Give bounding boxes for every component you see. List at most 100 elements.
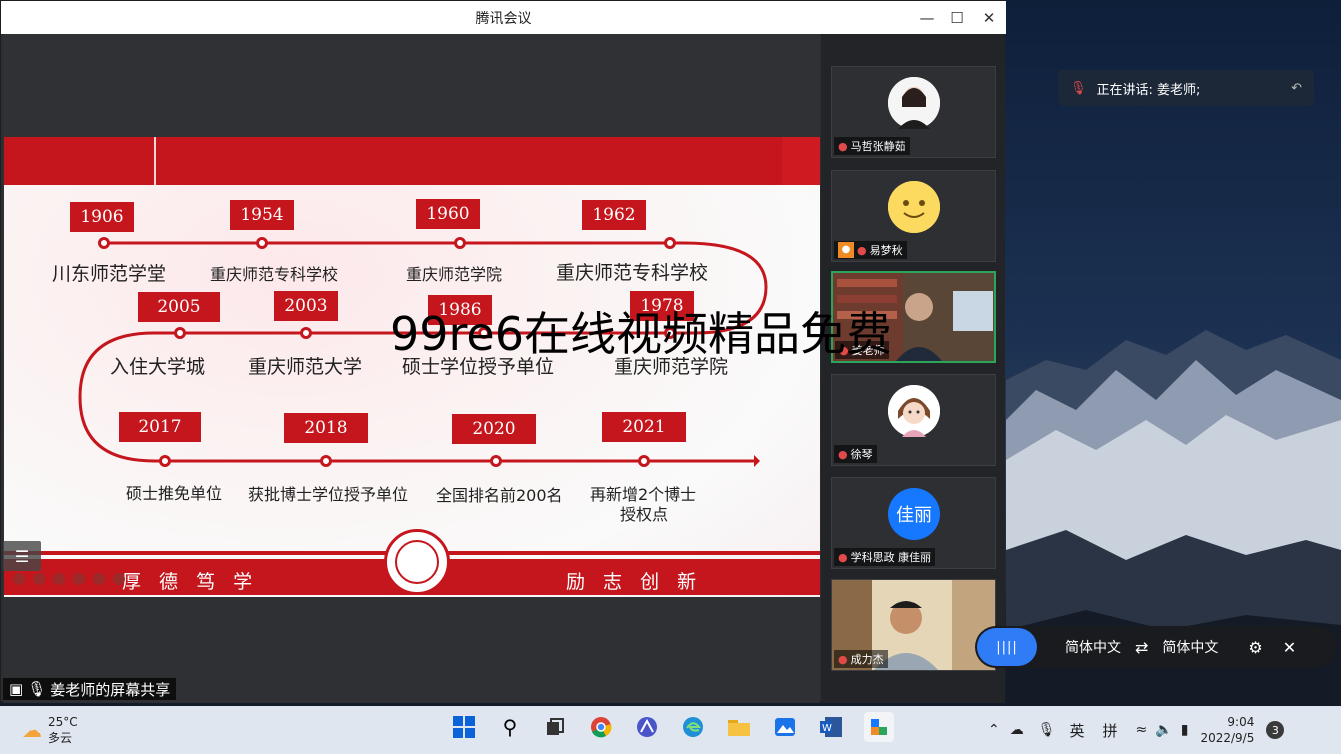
participant-name-tag: ● 马哲张静茹 (834, 137, 910, 155)
close-icon[interactable]: ✕ (973, 1, 1005, 34)
zoom-icon[interactable] (93, 573, 105, 585)
milestone-label: 重庆师范专科学校 (210, 265, 339, 284)
target-language[interactable]: 简体中文 (1162, 637, 1218, 657)
timeline-node (256, 237, 268, 249)
prev-slide-icon[interactable] (13, 573, 25, 585)
timeline-node (300, 327, 312, 339)
participant-tile[interactable]: ● 马哲张静茹 (831, 66, 996, 158)
participant-tile[interactable]: ● ● 易梦秋 (831, 170, 996, 262)
milestone-label: 重庆师范学院 (406, 265, 503, 284)
milestone-label: 重庆师范大学 (248, 356, 363, 378)
milestone-label: 重庆师范专科学校 (556, 262, 709, 284)
windows-start-icon[interactable] (449, 712, 479, 742)
milestone-label: 获批博士学位授予单位 (248, 485, 409, 504)
screen-share-icon: ▣ (9, 680, 24, 698)
svg-text:W: W (822, 723, 832, 734)
subtitle-icon[interactable] (113, 573, 125, 585)
year-tag: 1962 (582, 200, 646, 230)
laser-icon[interactable] (73, 573, 85, 585)
screen-share-label: ▣ 🎙 姜老师的屏幕共享 (3, 678, 177, 700)
clock[interactable]: 9:04 2022/9/5 (1200, 714, 1254, 746)
participant-name-tag: ● 徐琴 (834, 445, 877, 463)
cartoon-avatar-icon (888, 385, 940, 437)
photo-avatar-icon (888, 77, 940, 129)
speaking-notification: 🎙 正在讲话: 姜老师; ↶ (1058, 70, 1314, 106)
system-tray: ⌃ ☁ 🎙 英 拼 ≈ 🔈 ▮ 9:04 2022/9/5 3 (988, 706, 1285, 754)
weather-widget[interactable]: ☁ 25°C 多云 (22, 706, 78, 754)
share-top-band (3, 34, 820, 137)
participant-list: ● 马哲张静茹 ● ● 易梦秋 ● 姜老师 ● 徐琴 佳丽 ● 学科思政 康佳丽… (821, 34, 1005, 703)
ime-language[interactable]: 英 (1070, 720, 1085, 741)
speaking-text: 正在讲话: 姜老师; (1096, 82, 1201, 98)
mic-off-icon: ● (838, 550, 848, 564)
user-icon: ● (838, 242, 854, 258)
participant-tile[interactable]: 佳丽 ● 学科思政 康佳丽 (831, 477, 996, 569)
next-slide-icon[interactable] (33, 573, 45, 585)
ime-mode[interactable]: 拼 (1103, 720, 1118, 741)
mic-icon: 🎙 (27, 680, 47, 698)
timeline-node (664, 237, 676, 249)
battery-icon[interactable]: ▮ (1181, 722, 1189, 738)
year-tag: 2003 (274, 291, 338, 321)
caption-audio-icon[interactable]: |||| (977, 628, 1037, 666)
participant-name: 学科思政 康佳丽 (850, 551, 932, 564)
presentation-slide: 1906 1954 1960 1962 川东师范学堂 重庆师范专科学校 重庆师范… (4, 137, 820, 597)
year-tag: 2017 (119, 412, 201, 442)
weather-desc: 多云 (48, 731, 73, 745)
app-icon[interactable] (632, 712, 662, 742)
participant-tile[interactable]: ● 徐琴 (831, 374, 996, 466)
mic-off-icon: 🎙 (1070, 80, 1087, 96)
maximize-icon[interactable]: ☐ (941, 1, 973, 34)
search-icon[interactable]: ⚲ (495, 712, 525, 742)
title-bar: 腾讯会议 (1, 1, 1006, 34)
task-view-icon[interactable] (540, 712, 570, 742)
university-seal-icon (384, 529, 450, 595)
gear-icon[interactable]: ⚙ (1248, 638, 1262, 657)
year-tag: 1960 (416, 199, 480, 229)
participant-tile[interactable]: ● 成力杰 (831, 579, 996, 671)
microphone-icon[interactable]: 🎙 (1038, 722, 1056, 738)
weather-temp: 25°C (48, 715, 78, 729)
source-language[interactable]: 简体中文 (1065, 637, 1121, 657)
wifi-icon[interactable]: ≈ (1136, 722, 1148, 738)
timeline-node (159, 455, 171, 467)
participant-name: 易梦秋 (869, 244, 903, 257)
minimize-icon[interactable]: — (911, 1, 943, 34)
photos-icon[interactable] (770, 712, 800, 742)
clock-date: 2022/9/5 (1200, 731, 1255, 745)
close-icon[interactable]: ✕ (1283, 638, 1296, 657)
notification-actions-icon[interactable]: ↶ (1291, 81, 1302, 96)
word-icon[interactable]: W (816, 712, 846, 742)
edge-icon[interactable] (678, 712, 708, 742)
tencent-meeting-icon[interactable] (864, 712, 894, 742)
slide-menu-icon[interactable]: ☰ (3, 541, 41, 571)
chevron-up-icon[interactable]: ⌃ (988, 722, 1000, 738)
timeline-node (638, 455, 650, 467)
clock-time: 9:04 (1227, 715, 1255, 729)
motto-right: 励 志 创 新 (566, 571, 703, 593)
participant-name: 马哲张静茹 (850, 140, 906, 153)
mic-off-icon: ● (838, 652, 848, 666)
year-tag: 2021 (602, 412, 686, 442)
chrome-icon[interactable] (586, 712, 616, 742)
participant-name-tag: ● ● 易梦秋 (834, 241, 907, 259)
milestone-label: 入住大学城 (110, 356, 206, 378)
participant-name-tag: ● 成力杰 (834, 650, 888, 668)
pen-icon[interactable] (53, 573, 65, 585)
year-tag: 2018 (284, 413, 368, 443)
swap-icon[interactable]: ⇄ (1135, 638, 1148, 657)
timeline-node (174, 327, 186, 339)
folder-icon[interactable] (724, 712, 754, 742)
speaker-icon[interactable]: 🔈 (1155, 722, 1172, 738)
participant-name: 成力杰 (850, 653, 884, 666)
timeline-node (320, 455, 332, 467)
notification-badge[interactable]: 3 (1266, 721, 1285, 739)
text-avatar: 佳丽 (888, 488, 940, 540)
timeline-node (98, 237, 110, 249)
milestone-label: 硕士推免单位 (126, 484, 223, 503)
cloud-icon: ☁ (22, 718, 42, 742)
share-label-text: 姜老师的屏幕共享 (50, 680, 171, 699)
timeline-node (490, 455, 502, 467)
network-error-icon[interactable]: ☁ (1010, 722, 1024, 738)
mic-off-icon: ● (838, 139, 848, 153)
